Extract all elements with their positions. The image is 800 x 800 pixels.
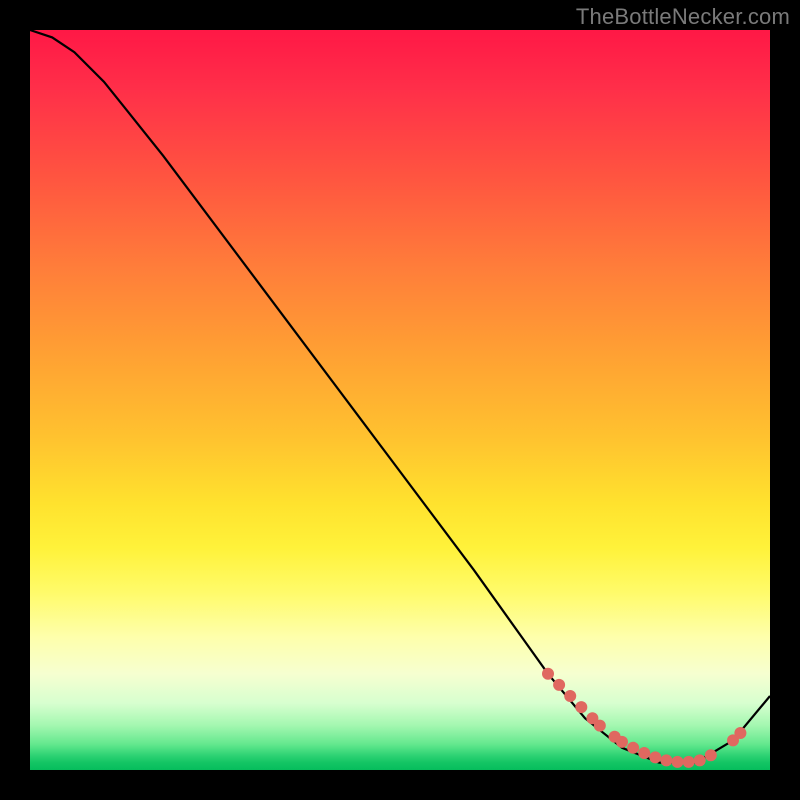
marker-dot [705,749,717,761]
curve-layer [30,30,770,770]
chart-container: TheBottleNecker.com [0,0,800,800]
marker-dot [672,756,684,768]
watermark-text: TheBottleNecker.com [576,4,790,30]
marker-dot [649,751,661,763]
marker-dot [683,756,695,768]
marker-dot [734,727,746,739]
marker-dot [694,754,706,766]
marker-dot [660,754,672,766]
marker-dot [564,690,576,702]
marker-group [542,668,746,768]
marker-dot [594,720,606,732]
main-curve [30,30,770,763]
marker-dot [638,747,650,759]
marker-dot [616,736,628,748]
marker-dot [575,701,587,713]
marker-dot [542,668,554,680]
marker-dot [553,679,565,691]
marker-dot [627,742,639,754]
plot-area [30,30,770,770]
